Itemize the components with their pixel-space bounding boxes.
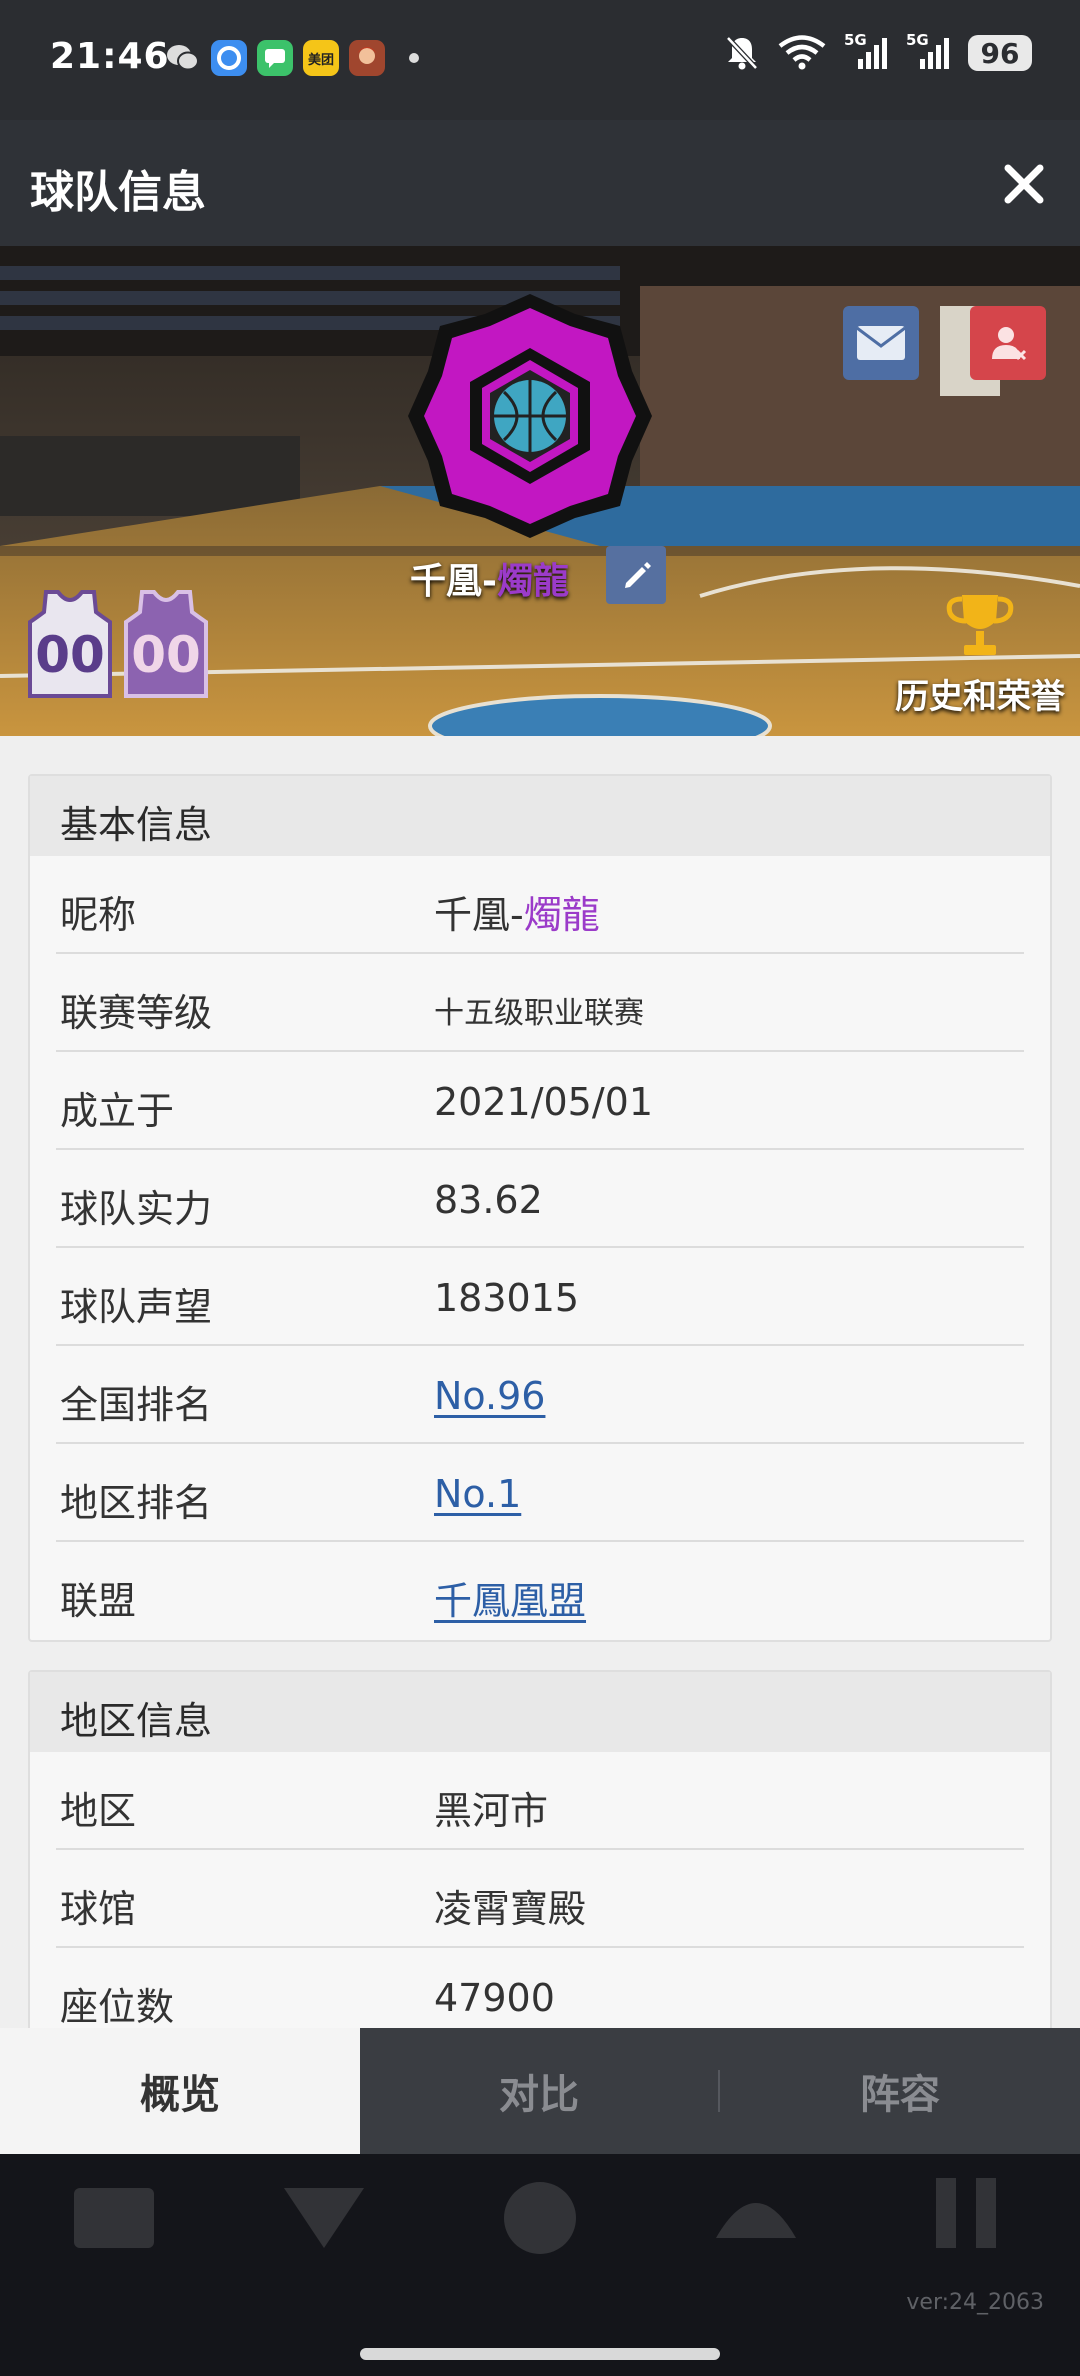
mail-button[interactable] (843, 306, 919, 380)
status-time: 21:46 (50, 36, 170, 77)
seats-value: 47900 (434, 1976, 555, 2020)
basic-info-title: 基本信息 (30, 776, 1050, 856)
app-header: 球队信息 (0, 120, 1080, 246)
strength-value: 83.62 (434, 1178, 543, 1222)
system-indicators: 5G 5G 96 (724, 31, 1032, 72)
page-title: 球队信息 (30, 167, 206, 218)
row-seats: 座位数 47900 (56, 1948, 1024, 2028)
row-arena: 球馆 凌霄寶殿 (56, 1850, 1024, 1948)
league-label: 联赛等级 (60, 991, 213, 1035)
league-value: 十五级职业联赛 (434, 996, 644, 1031)
history-honors-label: 历史和荣誉 (895, 677, 1065, 717)
team-name-prefix: 千凰- (410, 561, 497, 602)
mail-icon (856, 326, 906, 360)
tab-overview[interactable]: 概览 (0, 2028, 360, 2154)
founded-value: 2021/05/01 (434, 1080, 654, 1124)
national-rank-link[interactable]: No.96 (434, 1374, 545, 1418)
signal-icon-sim2: 5G (906, 31, 950, 71)
user-remove-icon (992, 327, 1027, 361)
seats-label: 座位数 (60, 1985, 175, 2028)
signal-icon-sim1: 5G (844, 31, 888, 71)
remove-friend-button[interactable] (970, 306, 1046, 380)
home-indicator[interactable] (360, 2348, 720, 2360)
status-bar: 21:46 美团 5G 5G 96 (0, 0, 1080, 120)
nickname-prefix: 千凰- (434, 893, 524, 937)
background-footer: ver:24_2063 (0, 2154, 1080, 2376)
more-notifications-dot (409, 53, 419, 63)
row-national-rank: 全国排名 No.96 (56, 1346, 1024, 1444)
away-jersey[interactable]: 00 (120, 588, 212, 700)
region-value: 黑河市 (434, 1789, 549, 1833)
nickname-accent: 燭龍 (523, 893, 600, 937)
row-league: 联赛等级 十五级职业联赛 (56, 954, 1024, 1052)
row-founded: 成立于 2021/05/01 (56, 1052, 1024, 1150)
edit-name-button[interactable] (606, 546, 666, 604)
region-info-card: 地区信息 地区 黑河市 球馆 凌霄寶殿 座位数 47900 (28, 1670, 1052, 2028)
version-label: ver:24_2063 (906, 2290, 1044, 2315)
wifi-icon (778, 35, 826, 70)
row-nickname: 昵称 千凰-燭龍 (56, 856, 1024, 954)
arena-value: 凌霄寶殿 (434, 1887, 587, 1931)
row-region-rank: 地区排名 No.1 (56, 1444, 1024, 1542)
row-reputation: 球队声望 183015 (56, 1248, 1024, 1346)
ghost-nav-icon (936, 2178, 996, 2248)
meituan-icon: 美团 (303, 40, 339, 76)
region-label: 地区 (60, 1789, 137, 1833)
game-icon (349, 40, 385, 76)
arena-label: 球馆 (60, 1887, 137, 1931)
close-icon (1004, 164, 1044, 204)
region-rank-label: 地区排名 (60, 1481, 213, 1525)
wechat-icon (165, 40, 201, 76)
ghost-nav-icon (284, 2188, 364, 2248)
row-strength: 球队实力 83.62 (56, 1150, 1024, 1248)
team-name-accent: 燭龍 (496, 561, 569, 602)
row-alliance: 联盟 千鳳凰盟 (56, 1542, 1024, 1640)
team-banner: 千凰-燭龍 00 00 历史和荣誉 (0, 246, 1080, 736)
notification-icons: 美团 (165, 40, 419, 76)
close-button[interactable] (994, 154, 1054, 214)
bottom-tab-bar: 概览 对比 阵容 (0, 2028, 1080, 2154)
mute-bell-icon (726, 36, 758, 70)
history-honors-button[interactable]: 历史和荣誉 (880, 591, 1080, 718)
tab-lineup[interactable]: 阵容 (720, 2028, 1080, 2154)
nickname-label: 昵称 (60, 893, 137, 937)
ghost-nav-icon (74, 2188, 154, 2248)
region-info-title: 地区信息 (30, 1672, 1050, 1752)
region-rank-link[interactable]: No.1 (434, 1472, 521, 1516)
home-jersey[interactable]: 00 (24, 588, 116, 700)
alliance-label: 联盟 (60, 1579, 137, 1623)
alliance-link[interactable]: 千鳳凰盟 (434, 1570, 586, 1625)
national-rank-label: 全国排名 (60, 1383, 213, 1427)
browser-icon (211, 40, 247, 76)
team-logo-badge (408, 294, 652, 538)
founded-label: 成立于 (60, 1089, 175, 1133)
strength-label: 球队实力 (60, 1187, 213, 1231)
reputation-label: 球队声望 (60, 1285, 213, 1329)
ghost-nav-icon (716, 2203, 796, 2238)
home-jersey-number: 00 (35, 626, 105, 684)
tab-compare[interactable]: 对比 (360, 2028, 718, 2154)
nickname-value: 千凰-燭龍 (434, 884, 600, 939)
basic-info-card: 基本信息 昵称 千凰-燭龍 联赛等级 十五级职业联赛 成立于 2021/05/0… (28, 774, 1052, 1642)
ghost-nav-icon (504, 2182, 576, 2254)
team-name: 千凰-燭龍 (410, 552, 569, 604)
away-jersey-number: 00 (131, 626, 201, 684)
reputation-value: 183015 (434, 1276, 580, 1320)
pencil-icon (625, 562, 651, 588)
messages-icon (257, 40, 293, 76)
info-scroll-area[interactable]: 基本信息 昵称 千凰-燭龍 联赛等级 十五级职业联赛 成立于 2021/05/0… (0, 736, 1080, 2028)
battery-indicator: 96 (968, 35, 1032, 71)
trophy-icon (946, 595, 1014, 655)
row-region: 地区 黑河市 (56, 1752, 1024, 1850)
